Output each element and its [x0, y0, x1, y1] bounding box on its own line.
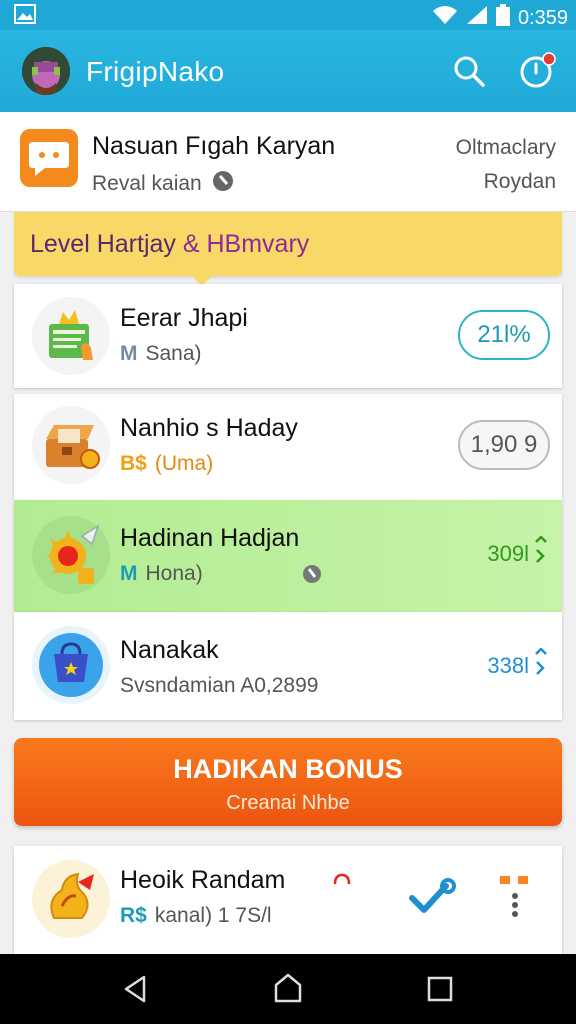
app-bar: FrigipNako [0, 30, 576, 112]
gallery-notification-icon [14, 4, 36, 29]
item-subtitle: M Hona) [120, 562, 203, 586]
bonus-subtitle: Creanai Nhbe [226, 792, 350, 814]
list-item[interactable]: Heoik Randam R$ kanal) 1 7S/l [14, 846, 562, 954]
item-badge: B$ [120, 452, 147, 475]
profile-name: Nasuan Fıgah Karyan [92, 132, 336, 160]
item-subtitle: B$ (Uma) [120, 452, 213, 476]
profile-subtitle-text: Reval kaian [92, 172, 202, 195]
profile-right-bottom: Roydan [483, 170, 556, 193]
search-icon[interactable] [450, 52, 488, 90]
item-value-text: 338l [487, 653, 529, 678]
notification-icon[interactable] [516, 50, 558, 92]
list-item[interactable]: Nanhio s Haday B$ (Uma) 1,90 9 [14, 394, 562, 500]
status-time: 0:359 [517, 6, 568, 29]
item-value: 309l [487, 535, 548, 572]
item-badge: M [120, 562, 138, 585]
shopping-bag-icon [32, 626, 110, 704]
item-value: 338l [487, 647, 548, 684]
app-logo[interactable] [22, 47, 70, 95]
back-icon[interactable] [118, 971, 154, 1007]
level-highlight: HBmvary [206, 230, 310, 258]
gift-box-icon [32, 297, 110, 375]
info-icon[interactable] [212, 170, 234, 198]
profile-header[interactable]: Nasuan Fıgah Karyan Reval kaian Oltmacla… [0, 112, 576, 212]
battery-icon [495, 4, 510, 32]
profile-right-top: Oltmaclary [455, 136, 556, 159]
item-title: Eerar Jhapi [120, 304, 248, 332]
home-icon[interactable] [270, 971, 306, 1007]
status-bar: 0:359 [0, 0, 576, 30]
level-banner-text: Level Hartjay & HBmvary [30, 230, 309, 259]
level-banner[interactable]: Level Hartjay & HBmvary [14, 212, 562, 286]
app-title: FrigipNako [86, 56, 225, 87]
item-value-text: 309l [487, 541, 529, 566]
system-nav-bar [0, 954, 576, 1024]
sun-award-icon [32, 516, 110, 594]
more-options-icon[interactable] [498, 874, 538, 929]
item-subtitle: M Sana) [120, 342, 202, 366]
list-item-highlighted[interactable]: Hadinan Hadjan M Hona) 309l [14, 500, 562, 612]
chevron-up-right-icon [532, 535, 548, 572]
level-prefix: Level Hartjay [30, 230, 176, 258]
item-badge: M [120, 342, 138, 365]
refresh-icon[interactable] [332, 872, 352, 891]
info-icon[interactable] [302, 564, 322, 589]
chevron-up-right-icon [532, 647, 548, 684]
level-separator: & [182, 230, 200, 258]
item-subtitle: Svsndamian A0,2899 [120, 674, 319, 697]
wifi-icon [432, 5, 458, 31]
profile-subtitle: Reval kaian [92, 170, 234, 198]
item-title: Heoik Randam [120, 866, 286, 894]
bonus-button[interactable]: HADIKAN BONUS Creanai Nhbe [14, 738, 562, 826]
item-title: Hadinan Hadjan [120, 524, 300, 552]
item-subtitle-text: kanal) 1 7S/l [154, 904, 272, 927]
value-pill[interactable]: 21l% [458, 310, 550, 360]
signal-icon [466, 5, 488, 31]
value-pill[interactable]: 1,90 9 [458, 420, 550, 470]
recents-icon[interactable] [422, 971, 458, 1007]
flame-ribbon-icon [32, 860, 110, 938]
treasure-chest-icon [32, 406, 110, 484]
item-subtitle-text: (Uma) [154, 452, 214, 475]
chat-avatar-icon [20, 129, 78, 187]
item-title: Nanakak [120, 636, 219, 664]
item-subtitle-text: Hona) [145, 562, 203, 585]
item-subtitle-text: Sana) [145, 342, 202, 365]
check-pin-icon[interactable] [408, 876, 458, 921]
list-item[interactable]: Nanakak Svsndamian A0,2899 338l [14, 612, 562, 720]
bonus-title: HADIKAN BONUS [173, 754, 403, 784]
list-item[interactable]: Eerar Jhapi M Sana) 21l% [14, 284, 562, 388]
item-badge: R$ [120, 904, 147, 927]
item-title: Nanhio s Haday [120, 414, 298, 442]
item-subtitle: R$ kanal) 1 7S/l [120, 904, 272, 928]
